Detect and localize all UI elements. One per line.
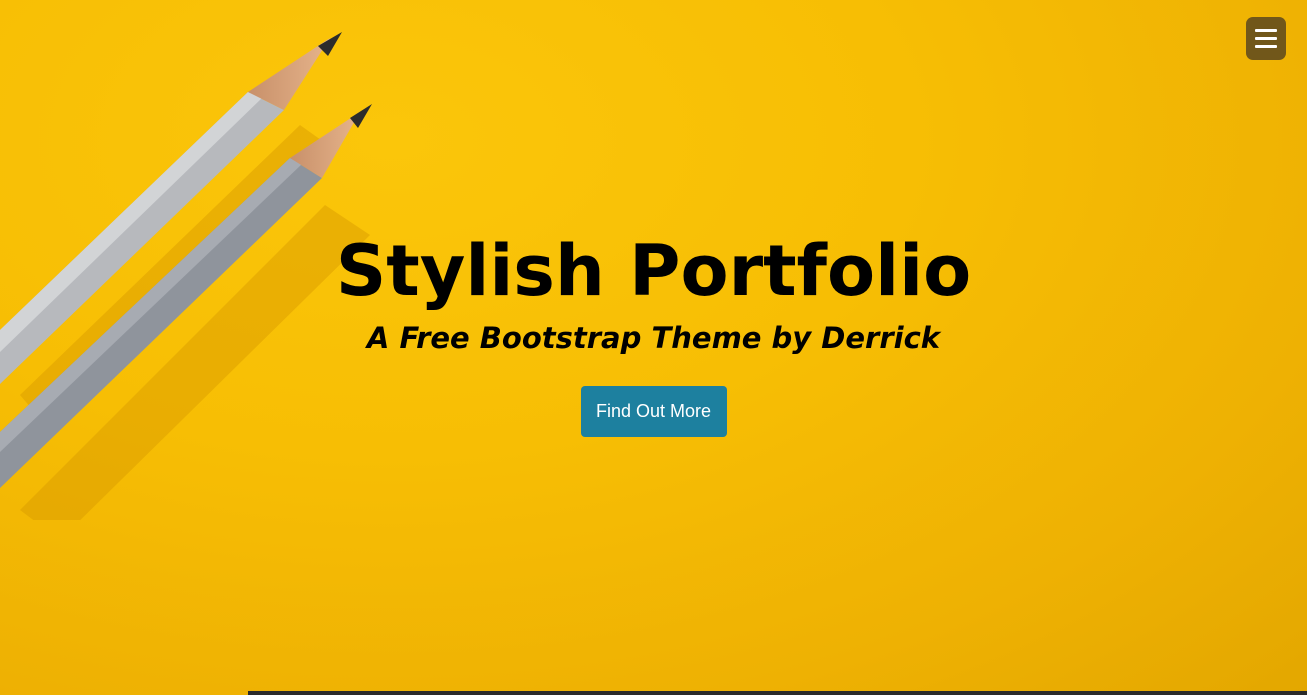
- hero-content: Stylish Portfolio A Free Bootstrap Theme…: [0, 228, 1307, 437]
- page-subtitle: A Free Bootstrap Theme by Derrick: [366, 321, 941, 355]
- page-title: Stylish Portfolio: [335, 230, 972, 312]
- hamburger-menu-icon: [1255, 29, 1277, 32]
- hamburger-menu-icon-bar: [1255, 45, 1277, 48]
- bottom-divider: [248, 691, 1307, 695]
- menu-toggle-button[interactable]: [1246, 17, 1286, 60]
- hero-section: Stylish Portfolio A Free Bootstrap Theme…: [0, 0, 1307, 695]
- find-out-more-button[interactable]: Find Out More: [580, 386, 727, 437]
- hamburger-menu-icon-bar: [1255, 37, 1277, 40]
